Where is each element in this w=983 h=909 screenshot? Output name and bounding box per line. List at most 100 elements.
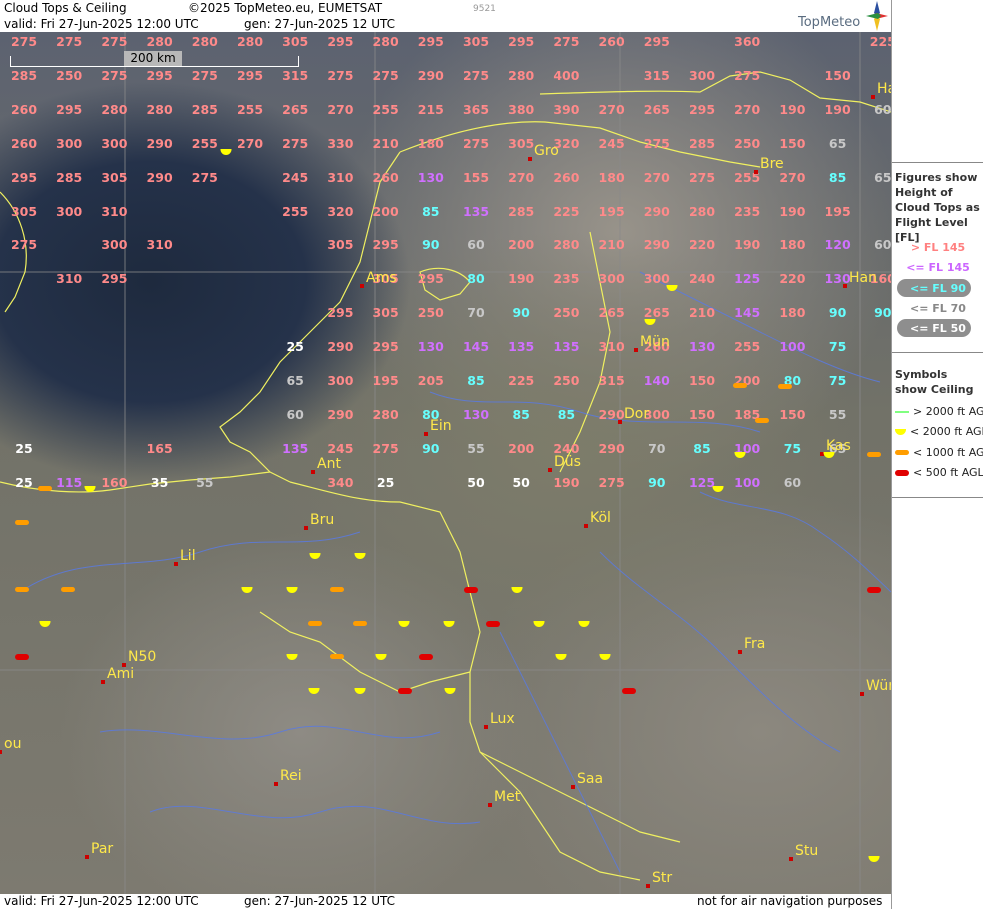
cloud-top-value: 85 [828,169,847,185]
city-label: Bre [760,156,784,172]
cloud-top-value: 125 [734,271,761,287]
legend-ceiling-below-1000: < 1000 ft AGL [895,446,983,459]
cloud-top-value: 55 [467,440,485,456]
cloud-top-value: 55 [828,406,847,422]
city-marker-icon [174,562,178,566]
cloud-top-value: 255 [372,101,399,117]
cloud-top-value: 305 [462,33,490,49]
cloud-top-value: 100 [734,474,761,490]
cloud-top-value: 315 [643,67,670,83]
cloud-top-value: 280 [236,33,264,49]
cloud-top-value: 400 [553,67,580,83]
city-marker-icon [618,420,622,424]
cloud-top-value: 190 [508,271,535,287]
cloud-top-value: 300 [56,203,83,219]
cloud-top-value: 390 [553,101,580,117]
cloud-top-value: 305 [282,33,309,49]
city-label: Lil [180,548,196,564]
cloud-top-value: 255 [191,135,218,151]
city-label: Met [494,789,521,805]
cloud-top-value: 285 [688,135,716,151]
legend-ceiling-below-500: < 500 ft AGL [895,466,983,479]
cloud-top-value: 180 [417,135,444,151]
cloud-top-value: 300 [327,372,354,388]
yellow-half-circle-icon [895,428,906,435]
cloud-top-value: 155 [462,169,490,185]
cloud-top-value: 290 [146,135,173,151]
cloud-top-value: 300 [56,135,83,151]
cloud-top-value: 275 [372,67,399,83]
city-marker-icon [548,468,552,472]
cloud-top-value: 290 [146,169,173,185]
ceiling-below-1000-icon [15,587,29,592]
legend-ceiling-above-2000: > 2000 ft AGL [895,405,983,418]
cloud-top-value: 25 [376,474,395,490]
cloud-top-value: 210 [598,237,625,253]
cloud-top-value: 260 [553,169,580,185]
cloud-top-value: 75 [783,440,802,456]
cloud-top-value: 80 [467,271,485,287]
red-bar-icon [895,469,909,476]
cloud-top-value: 320 [327,203,354,219]
cloud-top-value: 260 [10,101,38,117]
cloud-top-value: 260 [372,169,399,185]
cloud-top-value: 200 [508,440,535,456]
city-label: Köl [590,510,611,526]
cloud-top-value: 140 [643,372,670,388]
city-label: Han [849,270,877,286]
cloud-top-value: 150 [688,406,716,422]
cloud-top-value: 250 [734,135,761,151]
cloud-top-value: 90 [874,304,891,320]
ceiling-below-1000-icon [61,587,75,592]
city-marker-icon [860,692,864,696]
city-marker-icon [311,470,315,474]
footer-valid-time: valid: Fri 27-Jun-2025 12:00 UTC [4,894,199,908]
cloud-top-value: 280 [372,406,399,422]
cloud-top-value: 270 [327,101,354,117]
cloud-top-value: 250 [56,67,83,83]
cloud-top-value: 65 [286,372,304,388]
city-marker-icon [101,680,105,684]
cloud-top-value: 190 [779,203,806,219]
cloud-top-value: 280 [688,203,716,219]
footer: valid: Fri 27-Jun-2025 12:00 UTC gen: 27… [0,894,891,909]
valid-time: valid: Fri 27-Jun-2025 12:00 UTC [4,17,199,31]
cloud-top-value: 205 [417,372,444,388]
city-marker-icon [304,526,308,530]
city-marker-icon [360,284,364,288]
copyright: ©2025 TopMeteo.eu, EUMETSAT [188,1,383,15]
cloud-top-value: 295 [417,271,444,287]
cloud-top-value: 90 [422,440,440,456]
cloud-top-value: 245 [327,440,354,456]
map-title: Cloud Tops & Ceiling [4,1,127,15]
city-label: Ha [877,81,891,97]
cloud-top-value: 305 [101,169,128,185]
cloud-top-value: 365 [462,101,490,117]
satellite-map[interactable]: 200 km 275 275 275 280 280 280 305 295 280 295 305… [0,32,891,894]
cloud-top-value: 180 [598,169,625,185]
cloud-top-value: 90 [648,474,666,490]
cloud-top-value: 270 [779,169,806,185]
city-label: Saa [577,771,604,787]
cloud-top-value: 295 [688,101,716,117]
cloud-top-value: 35 [150,474,169,490]
legend-tops-title: Figures show Height of Cloud Tops as Fli… [895,171,980,244]
ceiling-below-500-icon [622,688,636,694]
cloud-top-value: 310 [598,338,625,354]
cloud-top-value: 210 [372,135,399,151]
cloud-top-value: 115 [56,474,83,490]
city-marker-icon [274,782,278,786]
city-label: Lux [490,711,515,727]
cloud-top-value: 305 [372,304,399,320]
cloud-top-value: 215 [417,101,444,117]
city-label: Kas [826,438,851,454]
ceiling-below-500-icon [464,587,478,593]
cloud-top-value: 265 [643,304,670,320]
cloud-top-value: 310 [146,237,173,253]
city-marker-icon [646,884,650,888]
cloud-top-value: 280 [372,33,399,49]
cloud-top-value: 210 [688,304,716,320]
green-line-icon [895,410,909,413]
cloud-top-value: 60 [286,406,304,422]
cloud-top-value: 100 [779,338,806,354]
